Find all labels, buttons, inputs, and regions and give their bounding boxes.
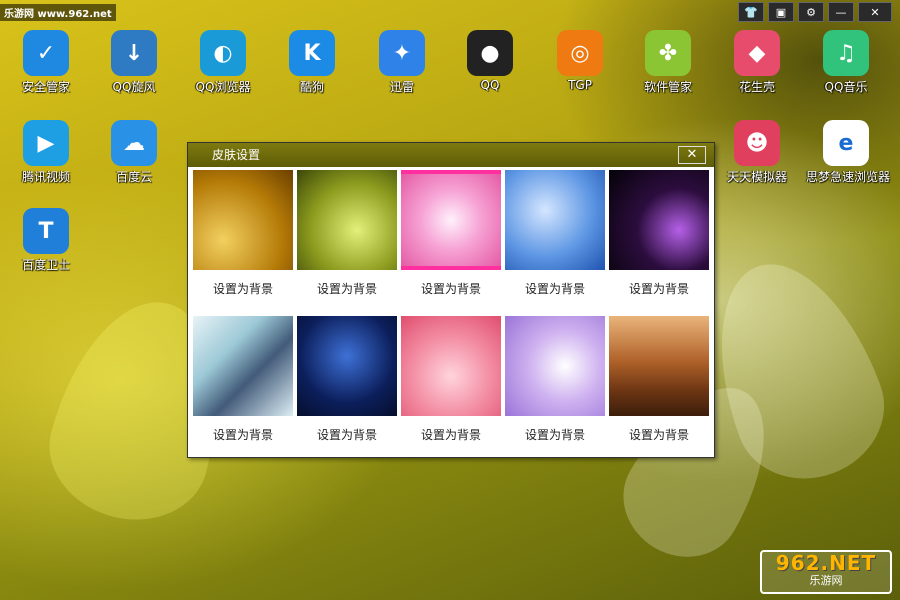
desktop-icon-label: TGP <box>568 78 592 92</box>
desktop-icon[interactable]: ↓ QQ旋风 <box>94 30 174 95</box>
app-icon: ☁ <box>111 120 157 166</box>
logo-subtitle: 乐游网 <box>809 574 843 587</box>
set-background-button[interactable]: 设置为背景 <box>193 426 293 444</box>
desktop-icon[interactable]: ◆ 花生壳 <box>717 30 797 95</box>
skin-settings-dialog: 皮肤设置 ✕ 设置为背景 设置为背景 设置为背景 设置为背景 设置为背景 设置为… <box>187 142 715 458</box>
skin-thumbnail[interactable] <box>401 316 501 416</box>
desktop-icon[interactable]: T 百度卫士 <box>6 208 86 273</box>
app-icon: ✦ <box>379 30 425 76</box>
app-icon: ♫ <box>823 30 869 76</box>
desktop-icon-label: 迅雷 <box>389 80 414 94</box>
desktop-icon[interactable]: ✓ 安全管家 <box>6 30 86 95</box>
desktop-icon[interactable]: ☁ 百度云 <box>94 120 174 185</box>
desktop-icon-label: 思梦急速浏览器 <box>806 170 891 184</box>
logo-text: 962.NET <box>775 551 877 575</box>
app-icon: ◐ <box>200 30 246 76</box>
close-button[interactable]: ✕ <box>858 2 892 22</box>
dialog-close-button[interactable]: ✕ <box>678 146 706 164</box>
skin-item: 设置为背景 <box>505 316 605 462</box>
skin-item: 设置为背景 <box>505 170 605 316</box>
app-icon: T <box>23 208 69 254</box>
desktop-icon-label: 天天模拟器 <box>726 170 787 184</box>
set-background-button[interactable]: 设置为背景 <box>401 280 501 298</box>
desktop-icon-label: QQ <box>480 78 500 92</box>
skin-thumbnail[interactable] <box>193 170 293 270</box>
desktop-icon-label: 安全管家 <box>21 80 70 94</box>
desktop-icon-label: 百度云 <box>115 170 152 184</box>
app-icon: ☻ <box>734 120 780 166</box>
app-icon: ◆ <box>734 30 780 76</box>
desktop-icon-label: 酷狗 <box>299 80 324 94</box>
window-controls: 👕 ▣ ⚙ — ✕ <box>738 2 892 22</box>
desktop-icon[interactable]: ● QQ <box>450 30 530 92</box>
skin-thumbnail[interactable] <box>609 170 709 270</box>
dialog-title: 皮肤设置 <box>212 148 261 162</box>
app-icon: K <box>289 30 335 76</box>
desktop-icon-label: 花生壳 <box>738 80 775 94</box>
skin-item: 设置为背景 <box>401 316 501 462</box>
gear-icon[interactable]: ⚙ <box>798 2 824 22</box>
desktop-icon[interactable]: e 思梦急速浏览器 <box>806 120 891 185</box>
desktop-icon[interactable]: ✦ 迅雷 <box>362 30 442 95</box>
app-icon: ◎ <box>557 30 603 76</box>
skin-item: 设置为背景 <box>297 170 397 316</box>
shirt-icon[interactable]: 👕 <box>738 2 764 22</box>
set-background-button[interactable]: 设置为背景 <box>297 426 397 444</box>
set-background-button[interactable]: 设置为背景 <box>401 426 501 444</box>
skin-thumbnail[interactable] <box>193 316 293 416</box>
skin-thumbnail[interactable] <box>505 170 605 270</box>
set-background-button[interactable]: 设置为背景 <box>505 426 605 444</box>
skin-thumbnail[interactable] <box>401 170 501 270</box>
desktop-icon[interactable]: ▶ 腾讯视频 <box>6 120 86 185</box>
dialog-title-bar[interactable]: 皮肤设置 ✕ <box>188 143 714 167</box>
set-background-button[interactable]: 设置为背景 <box>297 280 397 298</box>
skin-thumbnail[interactable] <box>297 316 397 416</box>
desktop-icon[interactable]: ◐ QQ浏览器 <box>183 30 263 95</box>
desktop-icon-label: 腾讯视频 <box>21 170 70 184</box>
skin-thumbnail[interactable] <box>297 170 397 270</box>
set-background-button[interactable]: 设置为背景 <box>505 280 605 298</box>
desktop-icon[interactable]: ◎ TGP <box>540 30 620 92</box>
desktop-icon-label: QQ音乐 <box>824 80 868 94</box>
skin-item: 设置为背景 <box>401 170 501 316</box>
skin-item: 设置为背景 <box>297 316 397 462</box>
skin-item: 设置为背景 <box>193 316 293 462</box>
desktop-icon[interactable]: ♫ QQ音乐 <box>806 30 886 95</box>
app-icon: ✤ <box>645 30 691 76</box>
desktop-icon-label: 百度卫士 <box>21 258 70 272</box>
skin-item: 设置为背景 <box>609 316 709 462</box>
desktop-icon[interactable]: ☻ 天天模拟器 <box>717 120 797 185</box>
desktop-icon-label: QQ浏览器 <box>195 80 251 94</box>
site-logo: 962.NET 乐游网 <box>760 550 892 594</box>
desktop-icon[interactable]: ✤ 软件管家 <box>628 30 708 95</box>
app-icon: e <box>823 120 869 166</box>
desktop-icon[interactable]: K 酷狗 <box>272 30 352 95</box>
set-background-button[interactable]: 设置为背景 <box>609 280 709 298</box>
set-background-button[interactable]: 设置为背景 <box>609 426 709 444</box>
minimize-button[interactable]: — <box>828 2 854 22</box>
skin-thumbnail[interactable] <box>609 316 709 416</box>
desktop-icon-label: QQ旋风 <box>112 80 156 94</box>
window-icon[interactable]: ▣ <box>768 2 794 22</box>
app-icon: ↓ <box>111 30 157 76</box>
skin-grid: 设置为背景 设置为背景 设置为背景 设置为背景 设置为背景 设置为背景 设置为背… <box>193 170 709 462</box>
site-watermark: 乐游网 www.962.net <box>0 4 116 21</box>
skin-thumbnail[interactable] <box>505 316 605 416</box>
skin-item: 设置为背景 <box>609 170 709 316</box>
desktop-icon-label: 软件管家 <box>643 80 692 94</box>
skin-item: 设置为背景 <box>193 170 293 316</box>
app-icon: ▶ <box>23 120 69 166</box>
set-background-button[interactable]: 设置为背景 <box>193 280 293 298</box>
app-icon: ✓ <box>23 30 69 76</box>
app-icon: ● <box>467 30 513 76</box>
